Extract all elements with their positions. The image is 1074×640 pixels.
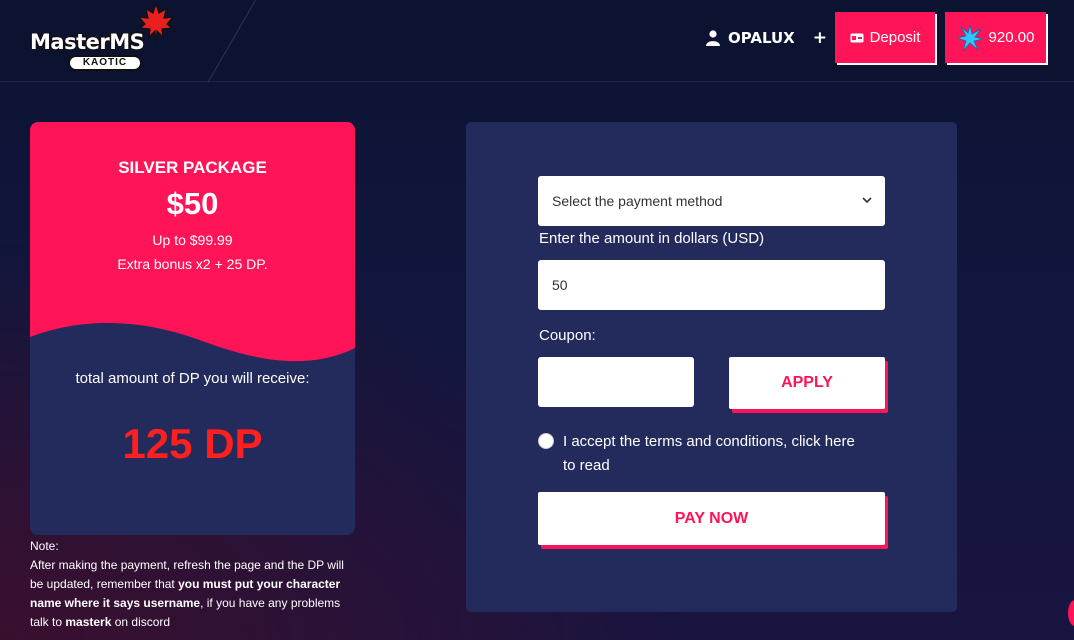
star-icon (956, 24, 983, 51)
package-price: $50 (166, 186, 219, 221)
total-dp-value: 125 DP (122, 420, 263, 467)
payment-note: Note: After making the payment, refresh … (30, 537, 360, 632)
wallet-icon (850, 33, 864, 42)
deposit-button[interactable]: Deposit (835, 12, 935, 63)
logo-subtitle: KAOTIC (68, 55, 142, 71)
top-navbar: MasterMS KAOTIC OPALUX + Deposit 920.00 (0, 0, 1074, 83)
floating-chat-button[interactable] (1068, 600, 1074, 626)
logo-wordmark: MasterMS (30, 30, 145, 54)
balance-amount: 920.00 (988, 29, 1035, 46)
coupon-label: Coupon: (539, 327, 596, 344)
amount-input[interactable]: 50 (538, 260, 885, 310)
note-bold-b: masterk (65, 615, 112, 629)
user-menu[interactable]: OPALUX + (706, 28, 827, 48)
balance-button[interactable]: 920.00 (945, 12, 1046, 63)
note-title: Note: (30, 539, 59, 553)
add-icon[interactable]: + (813, 28, 827, 48)
chevron-down-icon (862, 197, 872, 204)
package-range: Up to $99.99 (152, 232, 233, 248)
deposit-label: Deposit (869, 29, 921, 46)
site-logo[interactable]: MasterMS KAOTIC (28, 4, 174, 72)
apply-coupon-button[interactable]: APPLY (729, 357, 885, 409)
payment-method-placeholder: Select the payment method (552, 193, 723, 209)
package-name: SILVER PACKAGE (118, 158, 267, 177)
amount-label: Enter the amount in dollars (USD) (539, 230, 765, 247)
header-divider (207, 0, 256, 83)
total-dp-label: total amount of DP you will receive: (75, 370, 310, 387)
terms-radio[interactable] (538, 433, 554, 449)
package-card: SILVER PACKAGE $50 Up to $99.99 Extra bo… (30, 122, 355, 535)
terms-link[interactable]: I accept the terms and conditions, click… (563, 430, 863, 478)
pay-now-button[interactable]: PAY NOW (538, 492, 885, 545)
payment-method-select[interactable]: Select the payment method (538, 176, 885, 226)
username: OPALUX (728, 29, 795, 47)
note-text-c: on discord (111, 615, 171, 629)
note-body: After making the payment, refresh the pa… (30, 556, 360, 632)
user-icon (706, 30, 720, 46)
coupon-input[interactable] (538, 357, 694, 407)
package-bonus: Extra bonus x2 + 25 DP. (117, 256, 268, 272)
